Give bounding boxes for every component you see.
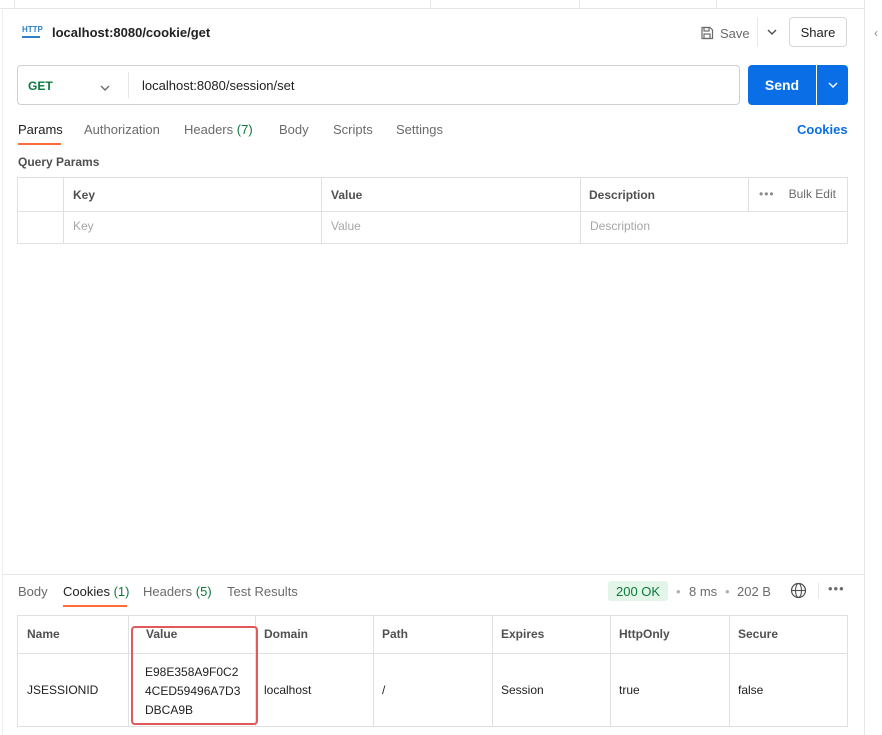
tab-label: Headers [143,584,193,599]
status-badge[interactable]: 200 OK [608,581,669,601]
response-time[interactable]: 8 ms [689,584,717,599]
save-options-button[interactable] [757,17,786,47]
column-header-key: Key [73,188,96,202]
cookies-link[interactable]: Cookies [797,122,848,137]
bulk-edit-button[interactable]: ••• Bulk Edit [759,187,836,201]
tab-label: Headers [184,122,234,137]
cookie-path: / [382,683,386,697]
response-divider [2,574,864,575]
url-bar [17,65,740,105]
bulk-edit-label: Bulk Edit [788,187,836,201]
globe-icon[interactable] [790,582,807,602]
tab-params[interactable]: Params [18,122,63,137]
active-response-tab-indicator [63,605,127,607]
column-header-name: Name [27,627,60,641]
tab-count: (1) [113,584,130,599]
more-icon[interactable]: ••• [828,581,845,596]
separator-dot: • [725,584,730,599]
cookie-expires: Session [501,683,544,697]
separator-dot: • [676,584,681,599]
column-header-path: Path [382,627,409,641]
save-icon [701,26,714,40]
tab-body[interactable]: Body [279,122,309,137]
response-tab-body[interactable]: Body [18,584,48,599]
url-input[interactable]: localhost:8080/session/set [142,78,294,93]
method-select[interactable]: GET [28,79,53,93]
cookie-domain: localhost [264,683,312,697]
highlight-box [131,626,258,725]
response-tab-test-results[interactable]: Test Results [227,584,298,599]
share-button[interactable]: Share [789,17,847,47]
column-header-value: Value [331,188,363,202]
value-input[interactable]: Value [331,219,361,233]
cookie-name: JSESSIONID [27,683,99,697]
chevron-down-icon [828,82,837,88]
query-params-table [17,177,848,244]
query-params-label: Query Params [18,155,100,169]
tab-label: Cookies [63,584,110,599]
key-input[interactable]: Key [73,219,94,233]
tab-headers[interactable]: Headers (7) [184,122,253,137]
cookie-secure: false [738,683,764,697]
tab-count: (5) [195,584,212,599]
collapse-icon[interactable]: ‹ [874,26,878,40]
response-tab-cookies[interactable]: Cookies (1) [63,584,129,599]
http-icon: HTTP [22,26,43,38]
active-tab-indicator [18,143,61,145]
tab-label: Body [18,584,48,599]
url-divider [128,72,129,98]
tab-label: Test Results [227,584,298,599]
response-size[interactable]: 202 B [737,584,771,599]
send-button[interactable]: Send [748,65,816,105]
left-pane-divider [2,8,3,735]
response-tab-headers[interactable]: Headers (5) [143,584,212,599]
save-button[interactable]: Save [700,24,750,42]
column-header-secure: Secure [738,627,779,641]
tab-label: Scripts [333,122,373,137]
tab-label: Body [279,122,309,137]
tab-authorization[interactable]: Authorization [84,122,160,137]
chevron-down-icon [767,29,777,35]
right-pane-divider [864,0,865,735]
more-icon: ••• [759,187,775,201]
column-header-httponly: HttpOnly [619,627,670,641]
top-tab-strip [0,0,864,9]
chevron-down-icon[interactable] [100,79,110,94]
tab-label: Settings [396,122,443,137]
divider [818,583,819,599]
tab-scripts[interactable]: Scripts [333,122,373,137]
tab-label: Authorization [84,122,160,137]
save-label: Save [720,25,750,41]
column-header-expires: Expires [501,627,545,641]
description-input[interactable]: Description [590,219,650,233]
request-title[interactable]: localhost:8080/cookie/get [52,25,210,40]
column-header-description: Description [589,188,656,202]
tab-settings[interactable]: Settings [396,122,443,137]
cookie-httponly: true [619,683,640,697]
send-options-button[interactable] [817,65,848,105]
tab-label: Params [18,122,63,137]
tab-count: (7) [236,122,253,137]
column-header-domain: Domain [264,627,309,641]
